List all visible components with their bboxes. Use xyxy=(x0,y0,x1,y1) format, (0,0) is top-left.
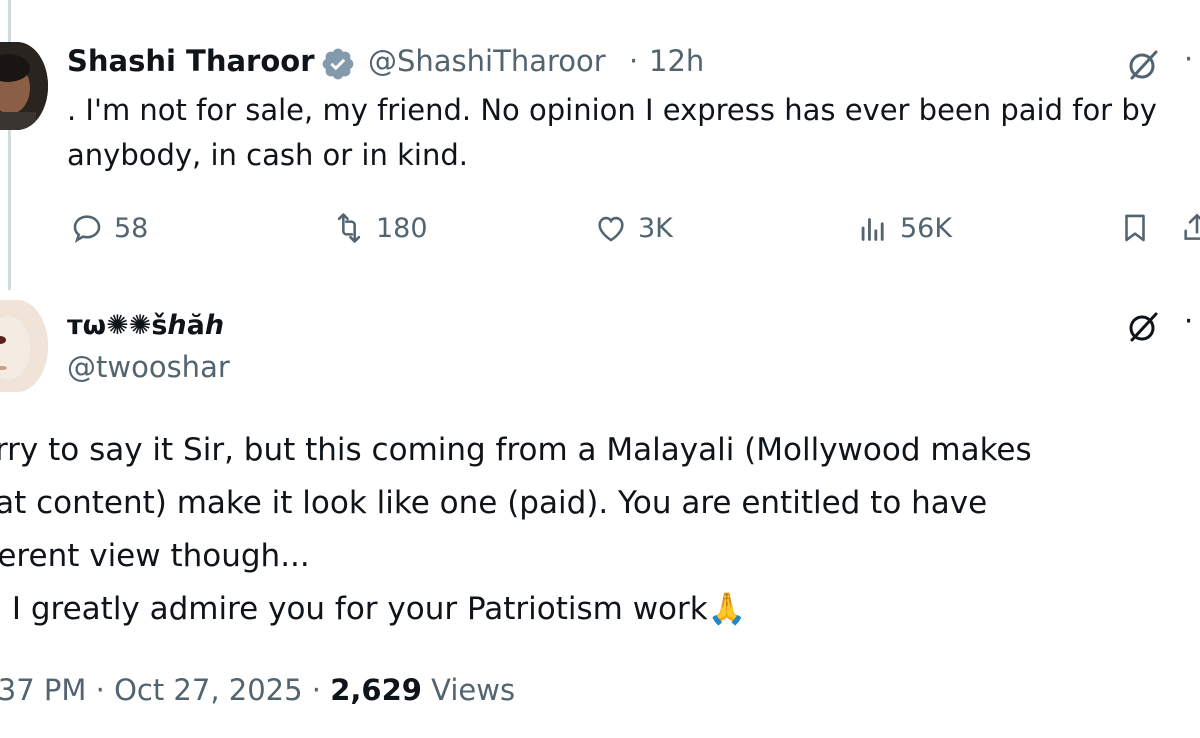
meta-separator: · xyxy=(311,673,331,707)
grok-icon[interactable] xyxy=(1124,308,1162,346)
views-button[interactable]: 56K xyxy=(856,208,952,248)
meta-separator: · xyxy=(95,673,115,707)
author-name[interactable]: Shashi Tharoor xyxy=(67,44,315,78)
reply-date[interactable]: Oct 27, 2025 xyxy=(114,673,303,707)
thread-connector-top xyxy=(8,0,11,42)
bookmark-button[interactable] xyxy=(1118,208,1152,248)
verified-badge-icon xyxy=(322,48,354,80)
reply-text-line-1: orry to say it Sir, but this coming from… xyxy=(0,432,1032,468)
tweet-time[interactable]: 12h xyxy=(649,44,704,78)
reply-text-line-2: eat content) make it look like one (paid… xyxy=(0,485,988,521)
like-button[interactable]: 3K xyxy=(594,208,673,248)
separator-dot: · xyxy=(629,44,639,78)
reply-views-count: 2,629 xyxy=(330,673,422,707)
reply-button[interactable]: 58 xyxy=(70,208,148,248)
repost-count: 180 xyxy=(376,212,428,244)
repost-button[interactable]: 180 xyxy=(332,208,428,248)
share-icon xyxy=(1184,213,1200,240)
thread-connector xyxy=(8,130,11,290)
views-count: 56K xyxy=(900,212,953,244)
reply-text-line-3: fferent view though... xyxy=(0,538,310,574)
share-button[interactable] xyxy=(1180,208,1200,248)
reply-icon xyxy=(73,215,101,243)
reply-text-line-4: s. I greatly admire you for your Patriot… xyxy=(0,591,747,627)
author-handle[interactable]: @ShashiTharoor xyxy=(368,44,606,78)
like-icon xyxy=(598,216,624,242)
more-icon[interactable]: · xyxy=(1184,42,1193,76)
avatar-twooshar[interactable] xyxy=(0,300,48,392)
bookmark-icon xyxy=(1125,214,1145,242)
reply-count: 58 xyxy=(114,212,149,244)
reply-author-name[interactable]: ᴛω✺✺ѕ̌ℎӑℎ xyxy=(67,310,224,341)
tweet-text-line-1: . I'm not for sale, my friend. No opinio… xyxy=(67,93,1157,127)
more-icon[interactable]: · xyxy=(1184,304,1193,338)
like-count: 3K xyxy=(638,212,673,244)
tweet-text-line-2: anybody, in cash or in kind. xyxy=(67,138,468,172)
views-icon xyxy=(861,218,884,241)
grok-icon[interactable] xyxy=(1124,46,1162,84)
reply-time[interactable]: :37 PM xyxy=(0,673,86,707)
reply-views-label: Views xyxy=(431,673,516,707)
reply-author-handle[interactable]: @twooshar xyxy=(67,350,230,384)
reply-metadata: :37 PM · Oct 27, 2025 · 2,629 Views xyxy=(0,673,515,707)
avatar-shashi-tharoor[interactable] xyxy=(0,42,48,130)
repost-icon xyxy=(337,213,361,243)
